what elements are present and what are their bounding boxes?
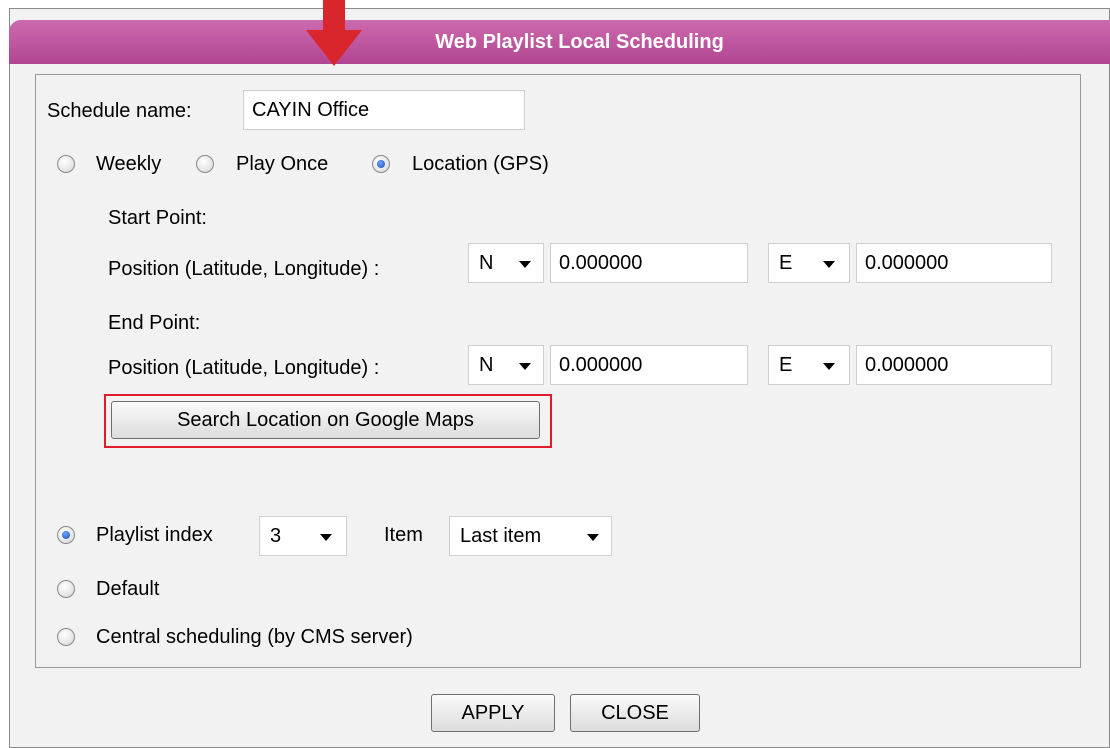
end-point-heading: End Point:: [108, 312, 201, 334]
item-value: Last item: [460, 525, 542, 547]
chevron-down-icon: [823, 363, 835, 370]
chevron-down-icon: [519, 261, 531, 268]
start-lat-dir-value: N: [479, 252, 494, 274]
end-lat-input[interactable]: 0.000000: [550, 345, 748, 385]
weekly-label: Weekly: [96, 153, 162, 175]
down-arrow-icon: [306, 0, 362, 66]
schedule-name-input[interactable]: CAYIN Office: [243, 90, 525, 130]
playlist-index-radio[interactable]: [57, 526, 75, 544]
location-gps-label: Location (GPS): [412, 153, 549, 175]
chevron-down-icon: [320, 534, 332, 541]
central-scheduling-radio[interactable]: [57, 628, 75, 646]
end-lon-dir-value: E: [779, 354, 793, 376]
playlist-index-value: 3: [270, 525, 282, 547]
search-google-maps-button[interactable]: Search Location on Google Maps: [111, 401, 540, 439]
start-lat-dir-select[interactable]: N: [468, 243, 544, 283]
dialog-title: Web Playlist Local Scheduling: [435, 31, 724, 53]
default-radio[interactable]: [57, 580, 75, 598]
start-lon-dir-value: E: [779, 252, 793, 274]
start-lat-input[interactable]: 0.000000: [550, 243, 748, 283]
start-position-label: Position (Latitude, Longitude) :: [108, 258, 380, 280]
chevron-down-icon: [823, 261, 835, 268]
end-lon-dir-select[interactable]: E: [768, 345, 850, 385]
end-lon-input[interactable]: 0.000000: [856, 345, 1052, 385]
apply-button[interactable]: APPLY: [431, 694, 555, 732]
chevron-down-icon: [587, 534, 599, 541]
playlist-index-label: Playlist index: [96, 524, 213, 546]
dialog-titlebar: Web Playlist Local Scheduling: [9, 20, 1110, 64]
location-gps-radio[interactable]: [372, 155, 390, 173]
start-lon-dir-select[interactable]: E: [768, 243, 850, 283]
start-point-heading: Start Point:: [108, 207, 207, 229]
weekly-radio[interactable]: [57, 155, 75, 173]
central-scheduling-label: Central scheduling (by CMS server): [96, 626, 413, 648]
schedule-name-label: Schedule name:: [47, 100, 192, 122]
playlist-index-select[interactable]: 3: [259, 516, 347, 556]
chevron-down-icon: [519, 363, 531, 370]
play-once-radio[interactable]: [196, 155, 214, 173]
default-label: Default: [96, 578, 160, 600]
end-lat-dir-value: N: [479, 354, 494, 376]
end-position-label: Position (Latitude, Longitude) :: [108, 357, 380, 379]
close-button[interactable]: CLOSE: [570, 694, 700, 732]
play-once-label: Play Once: [236, 153, 329, 175]
end-lat-dir-select[interactable]: N: [468, 345, 544, 385]
item-select[interactable]: Last item: [449, 516, 612, 556]
start-lon-input[interactable]: 0.000000: [856, 243, 1052, 283]
item-label: Item: [384, 524, 423, 546]
